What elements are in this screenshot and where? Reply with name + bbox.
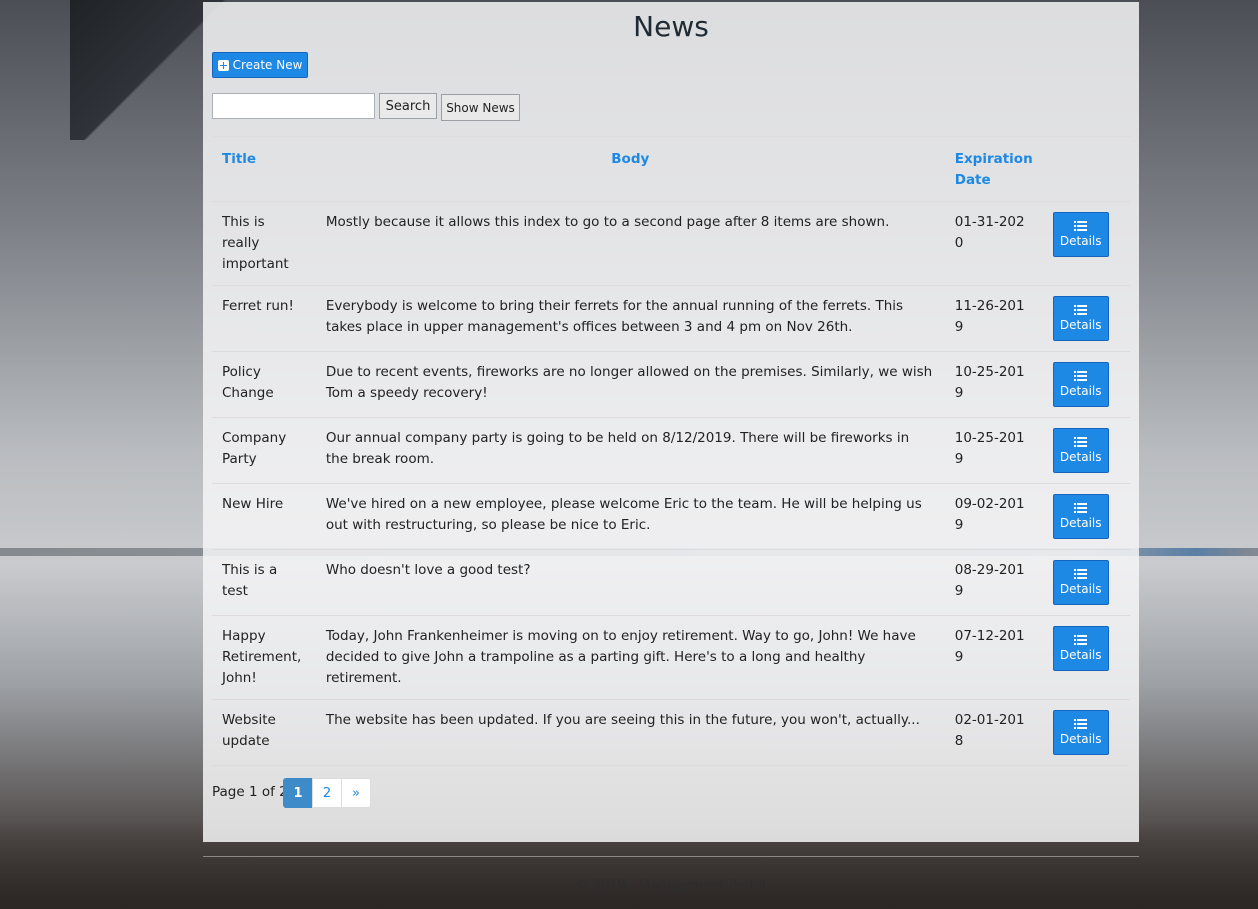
news-actions-cell: Details [1042, 285, 1130, 352]
details-label: Details [1059, 450, 1102, 464]
news-expiration-date-cell: 08-29-2019 [944, 549, 1043, 616]
details-label: Details [1059, 516, 1102, 530]
details-label: Details [1059, 648, 1102, 662]
footer-divider [203, 856, 1139, 857]
news-title-cell: This is a test [212, 549, 316, 616]
table-row: Policy Change Due to recent events, firew… [212, 351, 1130, 418]
list-icon [1074, 569, 1088, 579]
details-button[interactable]: Details [1052, 560, 1109, 605]
news-expiration-date-cell: 02-01-2018 [944, 699, 1043, 766]
list-icon [1074, 371, 1088, 381]
details-button[interactable]: Details [1052, 212, 1109, 257]
news-actions-cell: Details [1042, 549, 1130, 616]
column-header-body-label[interactable]: Body [611, 151, 649, 167]
news-actions-cell: Details [1042, 417, 1130, 484]
details-button[interactable]: Details [1052, 710, 1109, 755]
news-actions-cell: Details [1042, 615, 1130, 700]
details-button[interactable]: Details [1052, 362, 1109, 407]
plus-square-icon [217, 59, 229, 71]
details-button[interactable]: Details [1052, 428, 1109, 473]
news-expiration-date-cell: 01-31-2020 [944, 201, 1043, 286]
list-icon [1074, 221, 1088, 231]
news-expiration-date-cell: 07-12-2019 [944, 615, 1043, 700]
news-body-cell: Everybody is welcome to bring their ferr… [315, 285, 945, 352]
details-label: Details [1059, 732, 1102, 746]
news-actions-cell: Details [1042, 699, 1130, 766]
news-title-cell: Policy Change [212, 351, 316, 418]
news-expiration-date-cell: 09-02-2019 [944, 483, 1043, 550]
news-expiration-date-cell: 10-25-2019 [944, 417, 1043, 484]
page-link-2[interactable]: 2 [312, 778, 342, 808]
pagination: 1 2 » [283, 778, 371, 808]
column-header-title[interactable]: Title [212, 136, 316, 202]
column-header-title-label[interactable]: Title [222, 151, 256, 167]
page-count-label: Page 1 of 2 [212, 784, 288, 800]
list-icon [1074, 305, 1088, 315]
content-panel: News Create New Search Show News Title B… [203, 2, 1139, 842]
table-row: New Hire We've hired on a new employee, p… [212, 483, 1130, 550]
details-button[interactable]: Details [1052, 626, 1109, 671]
list-icon [1074, 719, 1088, 729]
news-body-cell: Our annual company party is going to be … [315, 417, 945, 484]
news-table: Title Body Expiration Date This is reall… [212, 136, 1130, 766]
page-link-1[interactable]: 1 [283, 778, 313, 808]
news-actions-cell: Details [1042, 201, 1130, 286]
column-header-actions [1042, 136, 1130, 202]
news-title-cell: Website update [212, 699, 316, 766]
search-input[interactable] [212, 93, 375, 119]
create-new-button[interactable]: Create New [212, 52, 308, 78]
news-actions-cell: Details [1042, 483, 1130, 550]
table-row: This is really important Mostly because i… [212, 201, 1130, 286]
details-button[interactable]: Details [1052, 494, 1109, 539]
news-actions-cell: Details [1042, 351, 1130, 418]
page-title: News [633, 10, 709, 43]
news-body-cell: Mostly because it allows this index to g… [315, 201, 945, 286]
news-expiration-date-cell: 11-26-2019 [944, 285, 1043, 352]
next-page-link[interactable]: » [341, 778, 371, 808]
search-button[interactable]: Search [379, 93, 437, 119]
footer-text: © 2019 - Management Portal [575, 878, 767, 893]
details-label: Details [1059, 234, 1102, 248]
list-icon [1074, 635, 1088, 645]
show-news-button[interactable]: Show News [441, 94, 520, 121]
news-body-cell: Who doesn't love a good test? [315, 549, 945, 616]
news-body-cell: We've hired on a new employee, please we… [315, 483, 945, 550]
details-button[interactable]: Details [1052, 296, 1109, 341]
column-header-date-label[interactable]: Expiration Date [955, 151, 1033, 188]
news-title-cell: New Hire [212, 483, 316, 550]
details-label: Details [1059, 318, 1102, 332]
news-expiration-date-cell: 10-25-2019 [944, 351, 1043, 418]
news-body-cell: Today, John Frankenheimer is moving on t… [315, 615, 945, 700]
table-row: Happy Retirement, John! Today, John Frank… [212, 615, 1130, 700]
news-title-cell: Company Party [212, 417, 316, 484]
column-header-expiration-date[interactable]: Expiration Date [944, 136, 1043, 202]
column-header-body[interactable]: Body [315, 136, 945, 202]
table-row: Website update The website has been updat… [212, 699, 1130, 766]
news-title-cell: Ferret run! [212, 285, 316, 352]
list-icon [1074, 503, 1088, 513]
create-new-label: Create New [232, 58, 303, 72]
news-body-cell: Due to recent events, fireworks are no l… [315, 351, 945, 418]
news-body-cell: The website has been updated. If you are… [315, 699, 945, 766]
details-label: Details [1059, 384, 1102, 398]
table-row: This is a test Who doesn't love a good te… [212, 549, 1130, 616]
details-label: Details [1059, 582, 1102, 596]
news-title-cell: This is really important [212, 201, 316, 286]
table-row: Ferret run! Everybody is welcome to bring… [212, 285, 1130, 352]
news-title-cell: Happy Retirement, John! [212, 615, 316, 700]
list-icon [1074, 437, 1088, 447]
table-header-row: Title Body Expiration Date [212, 136, 1130, 202]
table-row: Company Party Our annual company party is… [212, 417, 1130, 484]
news-table-body: This is really important Mostly because i… [212, 201, 1130, 766]
